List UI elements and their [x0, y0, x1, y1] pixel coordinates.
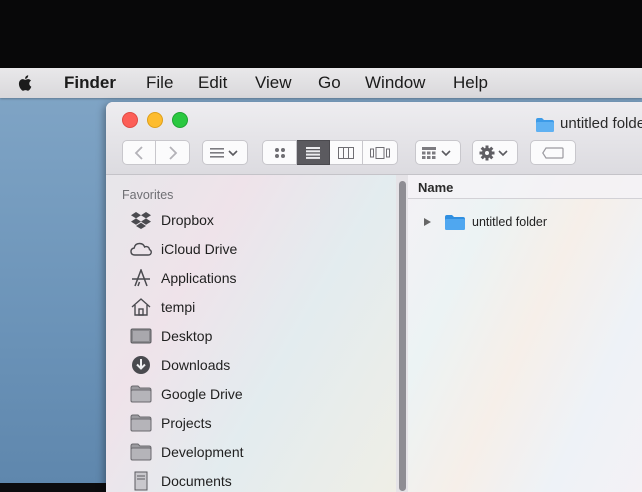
tags-button[interactable]: [530, 140, 576, 165]
desktop-icon: [130, 326, 152, 346]
chevron-left-icon: [134, 145, 143, 160]
item-name: untitled folder: [472, 215, 548, 229]
sidebar-item-label: Downloads: [161, 357, 231, 373]
file-list: Name untitled folder: [408, 175, 642, 492]
folder-icon: [445, 214, 465, 230]
finder-window: untitled folder Favorites Dropbox iCloud…: [106, 102, 642, 492]
column-view-button[interactable]: [330, 140, 363, 165]
view-mode-control: [262, 140, 398, 165]
menu-bar: Finder File Edit View Go Window Help: [0, 68, 642, 98]
folder-icon: [130, 384, 152, 404]
sidebar: Favorites Dropbox iCloud Drive Applicati…: [106, 175, 396, 492]
sidebar-item-label: Dropbox: [161, 212, 214, 228]
applications-icon: [130, 268, 152, 288]
list-icon: [306, 146, 320, 159]
menu-go[interactable]: Go: [318, 73, 341, 93]
sidebar-item-google-drive[interactable]: Google Drive: [130, 382, 243, 406]
home-icon: [130, 297, 152, 317]
list-view-button[interactable]: [297, 140, 330, 165]
group-by-button[interactable]: [415, 140, 461, 165]
nav-buttons: [122, 140, 190, 165]
arrange-button[interactable]: [202, 140, 248, 165]
action-button[interactable]: [472, 140, 518, 165]
apple-menu-icon[interactable]: [16, 73, 36, 93]
sidebar-item-applications[interactable]: Applications: [130, 266, 237, 290]
sidebar-item-label: Desktop: [161, 328, 213, 344]
columns-icon: [338, 146, 354, 159]
sidebar-item-desktop[interactable]: Desktop: [130, 324, 212, 348]
sidebar-item-dropbox[interactable]: Dropbox: [130, 208, 214, 232]
column-header-label: Name: [418, 180, 454, 195]
close-button[interactable]: [122, 112, 138, 128]
gear-icon: [479, 145, 508, 160]
favorites-heading: Favorites: [122, 188, 174, 202]
sidebar-item-label: tempi: [161, 299, 196, 315]
sidebar-item-label: Documents: [161, 473, 232, 489]
menu-edit[interactable]: Edit: [198, 73, 227, 93]
sidebar-scrollbar[interactable]: [396, 175, 408, 492]
zoom-button[interactable]: [172, 112, 188, 128]
sidebar-item-development[interactable]: Development: [130, 440, 244, 464]
folder-icon: [130, 442, 152, 462]
back-button[interactable]: [122, 140, 156, 165]
folder-icon: [130, 413, 152, 433]
screen-bezel: [0, 0, 642, 68]
sidebar-item-label: Applications: [161, 270, 237, 286]
menu-view[interactable]: View: [255, 73, 292, 93]
menu-finder[interactable]: Finder: [64, 73, 116, 93]
column-header-name[interactable]: Name: [408, 175, 642, 199]
sidebar-item-icloud-drive[interactable]: iCloud Drive: [130, 237, 237, 261]
downloads-icon: [130, 355, 152, 375]
sidebar-item-documents[interactable]: Documents: [130, 469, 232, 492]
menu-window[interactable]: Window: [365, 73, 425, 93]
cover-flow-button[interactable]: [363, 140, 398, 165]
menu-help[interactable]: Help: [453, 73, 488, 93]
window-title: untitled folder: [560, 115, 642, 132]
grid-icon: [274, 147, 285, 158]
sidebar-item-downloads[interactable]: Downloads: [130, 353, 230, 377]
scrollbar-thumb[interactable]: [399, 181, 406, 491]
tag-icon: [542, 146, 564, 159]
menu-file[interactable]: File: [146, 73, 173, 93]
disclosure-triangle-icon[interactable]: [424, 218, 431, 226]
sidebar-item-projects[interactable]: Projects: [130, 411, 212, 435]
list-lines-icon: [210, 147, 238, 158]
minimize-button[interactable]: [147, 112, 163, 128]
dropbox-icon: [130, 210, 152, 230]
documents-icon: [130, 471, 152, 491]
window-toolbar: untitled folder: [106, 102, 642, 175]
group-grid-icon: [422, 146, 451, 159]
sidebar-item-label: iCloud Drive: [161, 241, 238, 257]
forward-button[interactable]: [156, 140, 190, 165]
sidebar-item-label: Google Drive: [161, 386, 243, 402]
list-item[interactable]: untitled folder: [408, 211, 642, 233]
cover-flow-icon: [370, 146, 390, 159]
title-folder-icon: [536, 118, 554, 132]
icon-view-button[interactable]: [262, 140, 297, 165]
chevron-right-icon: [168, 145, 177, 160]
cloud-icon: [130, 239, 152, 259]
sidebar-item-label: Projects: [161, 415, 212, 431]
sidebar-item-tempi[interactable]: tempi: [130, 295, 195, 319]
sidebar-item-label: Development: [161, 444, 244, 460]
